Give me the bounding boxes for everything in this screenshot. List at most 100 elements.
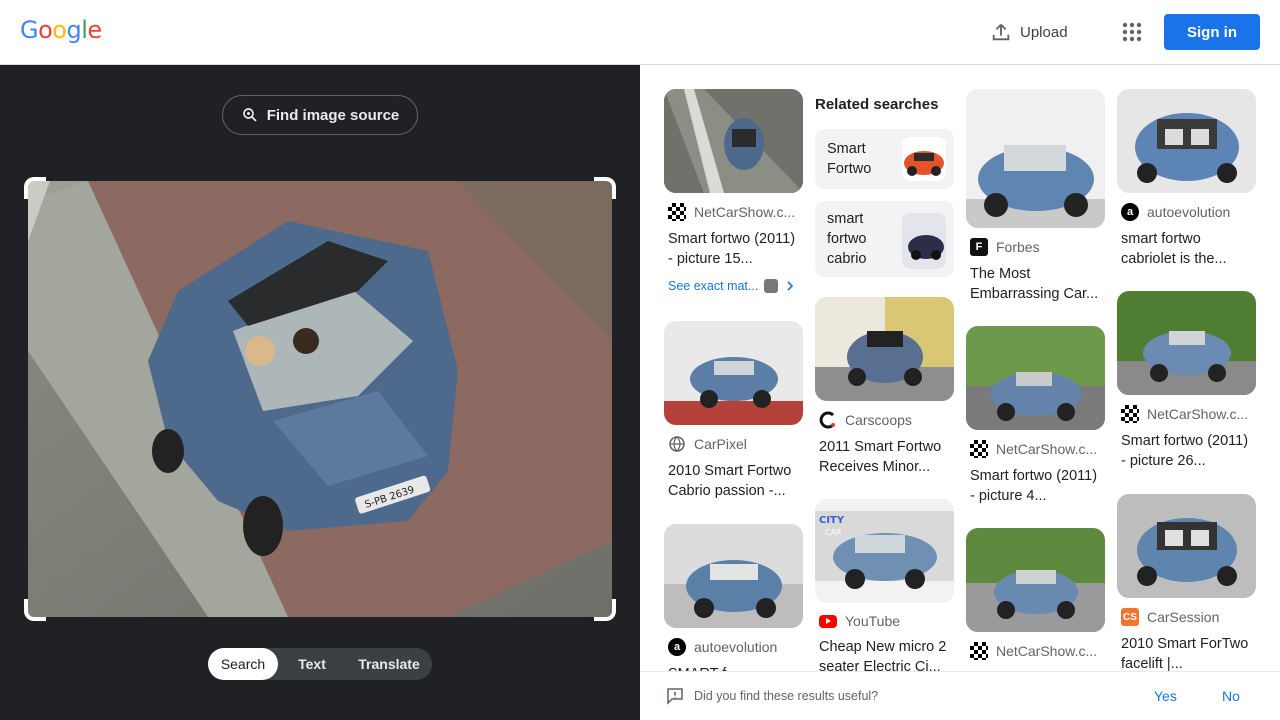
related-thumb <box>902 213 946 269</box>
result-title: smart fortwo cabriolet is the... <box>1121 231 1227 267</box>
related-line: Fortwo <box>827 161 872 177</box>
a-icon: a <box>668 638 686 656</box>
result-source: NetCarShow.c... <box>970 440 1105 458</box>
crop-frame[interactable]: S-PB 2639 <box>24 177 616 621</box>
logo-letter-g: G <box>20 16 39 44</box>
related-search-label: smart fortwo cabrio <box>827 209 867 269</box>
related-line: Smart <box>827 141 866 157</box>
related-line: fortwo <box>827 231 867 247</box>
feedback-question: Did you find these results useful? <box>694 689 879 703</box>
result-thumbnail <box>966 89 1105 228</box>
lens-image-panel: Find image source S-PB 2639 Search Text … <box>0 65 640 720</box>
result-card[interactable]: CS CarSession 2010 Smart ForTwo facelift… <box>1117 494 1256 674</box>
source-name: autoevolution <box>1147 204 1231 220</box>
result-thumbnail <box>664 321 803 425</box>
tab-text[interactable]: Text <box>278 648 346 680</box>
feedback-icon <box>667 688 683 705</box>
svg-text:CITY: CITY <box>819 515 845 526</box>
result-card[interactable]: Carscoops 2011 Smart Fortwo Receives Min… <box>815 297 954 477</box>
logo-letter-e: e <box>87 16 102 44</box>
result-source: a autoevolution <box>1121 203 1256 221</box>
results-panel: NetCarShow.c... Smart fortwo (2011) - pi… <box>640 65 1280 720</box>
lens-search-icon <box>242 108 257 122</box>
upload-button[interactable]: Upload <box>990 18 1068 46</box>
feedback-bar: Did you find these results useful? Yes N… <box>640 671 1280 720</box>
related-search-label: Smart Fortwo <box>827 139 871 179</box>
result-thumbnail: CITY CAR <box>815 499 954 603</box>
crop-handle-bottom-right[interactable] <box>594 599 616 621</box>
result-card[interactable]: NetCarShow.c... Smart fortwo (2011) - pi… <box>664 89 803 293</box>
result-title: Smart fortwo (2011) - picture 26... <box>1121 433 1249 469</box>
youtube-icon <box>819 614 837 628</box>
related-line: cabrio <box>827 251 867 267</box>
f-icon: F <box>970 238 988 256</box>
globe-icon <box>668 435 686 453</box>
feedback-yes-button[interactable]: Yes <box>1154 688 1177 704</box>
checker-icon <box>668 203 686 221</box>
result-thumbnail <box>815 297 954 401</box>
source-name: Carscoops <box>845 412 912 428</box>
source-name: NetCarShow.c... <box>996 643 1098 659</box>
header: Google Upload Sign in <box>0 0 1280 65</box>
related-search-smart-fortwo[interactable]: Smart Fortwo <box>815 129 954 189</box>
sign-in-button[interactable]: Sign in <box>1164 14 1260 50</box>
result-card[interactable]: NetCarShow.c... Smart fortwo (2011) - pi… <box>1117 291 1256 471</box>
result-thumbnail <box>1117 89 1256 193</box>
result-thumbnail <box>966 326 1105 430</box>
result-title: Smart fortwo (2011) - picture 15... <box>668 231 796 267</box>
result-source: F Forbes <box>970 238 1105 256</box>
checker-icon <box>970 440 988 458</box>
source-name: CarPixel <box>694 436 747 452</box>
result-source: CarPixel <box>668 435 803 453</box>
exact-match-thumb-icon <box>764 279 779 293</box>
tab-translate[interactable]: Translate <box>346 648 432 680</box>
result-source: NetCarShow.c... <box>1121 405 1256 423</box>
crop-handle-bottom-left[interactable] <box>24 599 46 621</box>
related-search-smart-fortwo-cabrio[interactable]: smart fortwo cabrio <box>815 201 954 277</box>
result-thumbnail <box>966 528 1105 632</box>
result-thumbnail <box>664 524 803 628</box>
source-name: CarSession <box>1147 609 1220 625</box>
source-name: Forbes <box>996 239 1040 255</box>
lens-mode-tabs: Search Text Translate <box>208 648 432 680</box>
checker-icon <box>970 642 988 660</box>
result-card[interactable]: CITY CAR YouTube Cheap New micro 2 seater… <box>815 499 954 677</box>
result-card[interactable]: CarPixel 2010 Smart Fortwo Cabrio passio… <box>664 321 803 501</box>
logo-letter-g2: g <box>66 16 82 44</box>
related-searches-heading: Related searches <box>815 96 939 113</box>
result-thumbnail <box>1117 291 1256 395</box>
result-title: The Most Embarrassing Car... <box>970 266 1099 302</box>
related-thumb <box>902 137 946 181</box>
result-source: CS CarSession <box>1121 608 1256 626</box>
result-card[interactable]: NetCarShow.c... Smart fortwo (2011) - pi… <box>966 326 1105 506</box>
upload-label: Upload <box>1020 23 1068 41</box>
find-image-source-button[interactable]: Find image source <box>222 95 418 135</box>
apps-grid-button[interactable] <box>1120 20 1144 44</box>
a-icon: a <box>1121 203 1139 221</box>
related-line: smart <box>827 211 864 227</box>
see-exact-matches-link[interactable]: See exact mat... <box>668 279 796 293</box>
chevron-right-icon <box>787 281 794 291</box>
crop-handle-top-right[interactable] <box>594 177 616 199</box>
result-card[interactable]: NetCarShow.c... <box>966 528 1105 660</box>
result-title: 2010 Smart Fortwo Cabrio passion -... <box>668 463 792 499</box>
tab-search[interactable]: Search <box>208 648 278 680</box>
result-card[interactable]: F Forbes The Most Embarrassing Car... <box>966 89 1105 304</box>
apps-grid-icon <box>1122 22 1142 42</box>
source-name: NetCarShow.c... <box>996 441 1098 457</box>
result-source: YouTube <box>819 613 954 629</box>
crop-handle-top-left[interactable] <box>24 177 46 199</box>
see-exact-label: See exact mat... <box>668 279 759 293</box>
result-source: NetCarShow.c... <box>970 642 1105 660</box>
logo-letter-o2: o <box>52 16 67 44</box>
query-image: S-PB 2639 <box>28 181 612 617</box>
result-card[interactable]: a autoevolution smart fortwo cabriolet i… <box>1117 89 1256 269</box>
find-image-source-label: Find image source <box>266 106 400 124</box>
result-source: NetCarShow.c... <box>668 203 803 221</box>
result-title: 2011 Smart Fortwo Receives Minor... <box>819 439 942 475</box>
result-title: 2010 Smart ForTwo facelift |... <box>1121 636 1249 672</box>
feedback-no-button[interactable]: No <box>1222 688 1240 704</box>
source-name: YouTube <box>845 613 901 629</box>
google-logo[interactable]: Google <box>20 16 102 44</box>
result-thumbnail <box>664 89 803 193</box>
